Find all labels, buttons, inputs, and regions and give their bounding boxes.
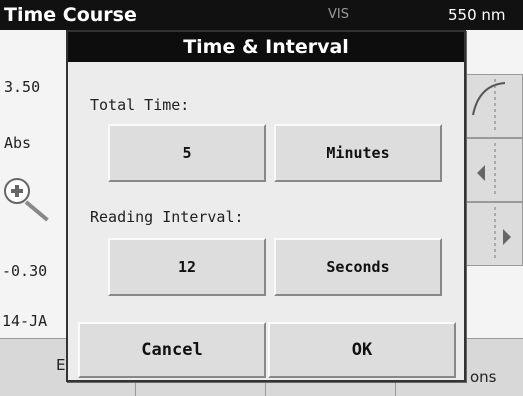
dialog-title: Time & Interval <box>68 32 464 62</box>
curve-icon <box>472 79 506 133</box>
reading-interval-unit-button[interactable]: Seconds <box>274 238 442 296</box>
total-time-label: Total Time: <box>90 96 190 114</box>
app-titlebar: Time Course VIS 550 nm <box>0 0 523 30</box>
y-axis-label: Abs <box>4 134 32 152</box>
toolbar-label-left[interactable]: E <box>56 356 65 374</box>
time-interval-dialog: Time & Interval Total Time: 5 Minutes Re… <box>66 30 466 382</box>
curve-view-button[interactable] <box>464 74 523 138</box>
y-axis-max: 3.50 <box>4 78 41 96</box>
scroll-right-button[interactable] <box>464 202 523 266</box>
arrow-right-icon <box>494 207 511 261</box>
app-title: Time Course <box>4 4 137 26</box>
ok-button[interactable]: OK <box>268 322 456 378</box>
reading-interval-value-button[interactable]: 12 <box>108 238 266 296</box>
toolbar-label-options[interactable]: ons <box>470 368 497 386</box>
wavelength-readout: 550 nm <box>448 6 506 24</box>
total-time-unit-button[interactable]: Minutes <box>274 124 442 182</box>
reading-interval-label: Reading Interval: <box>90 208 244 226</box>
zoom-handle <box>24 200 49 222</box>
total-time-value-button[interactable]: 5 <box>108 124 266 182</box>
app-mode: VIS <box>328 7 349 22</box>
scroll-left-button[interactable] <box>464 138 523 202</box>
cancel-button[interactable]: Cancel <box>78 322 266 378</box>
date-readout: 14-JA <box>2 312 48 330</box>
arrow-left-icon <box>477 143 496 197</box>
y-axis-min: -0.30 <box>2 262 48 280</box>
